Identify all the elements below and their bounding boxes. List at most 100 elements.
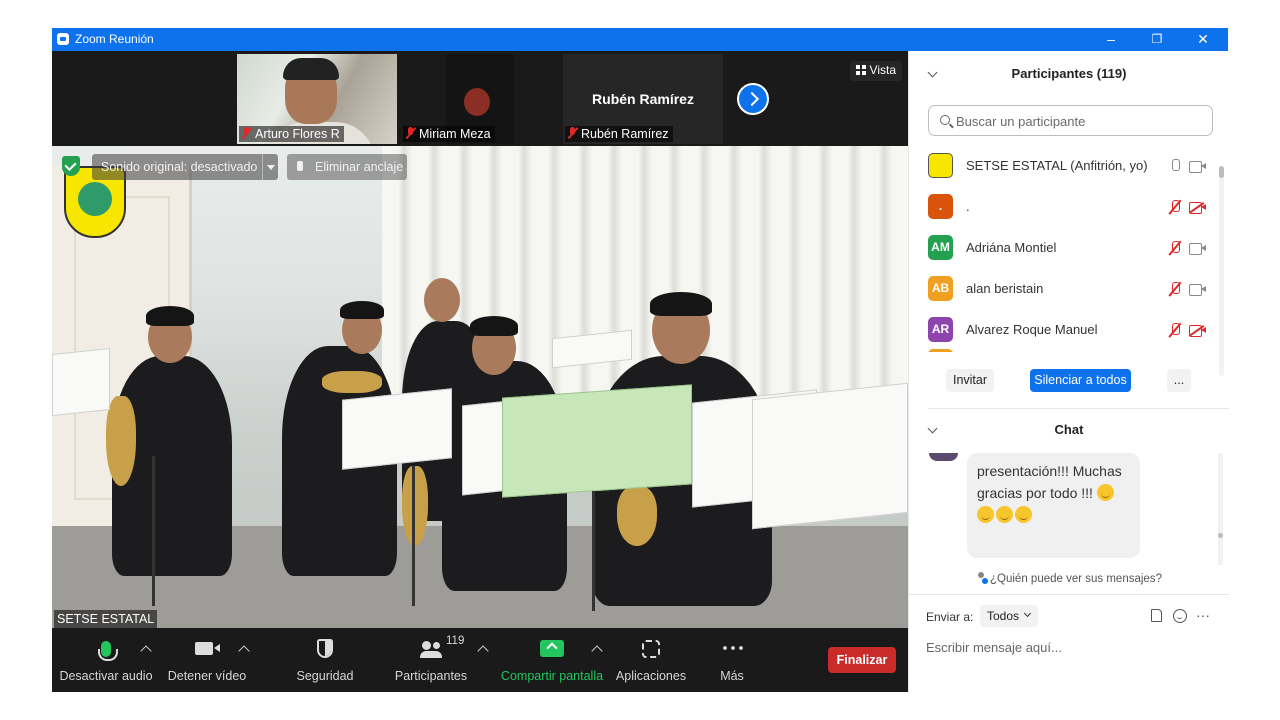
participant-search[interactable] [928,105,1213,136]
chat-message-input[interactable] [926,637,1216,657]
mic-muted-icon [241,127,252,139]
camera-off-icon[interactable] [1189,202,1206,214]
scrollbar-thumb[interactable] [1219,166,1224,178]
close-button[interactable]: ✕ [1180,28,1226,51]
saxophone [106,396,136,486]
smile-emoji-icon [977,506,994,523]
participant-row[interactable]: . . [909,187,1219,228]
mic-muted-icon[interactable] [1168,323,1182,338]
music-stand [52,347,110,417]
visibility-icon [976,572,989,584]
music-stand [342,388,452,470]
participant-row[interactable]: AB alan beristain [909,269,1219,310]
mic-muted-icon [405,127,416,139]
thumbnail-name: Arturo Flores R [255,127,340,141]
avatar [928,349,953,352]
saxophone [402,466,428,546]
encryption-shield-icon[interactable] [62,156,80,176]
stand-pole [592,491,595,611]
thumbnail-name-tag: Miriam Meza [403,126,495,142]
invite-button[interactable]: Invitar [946,369,994,392]
participants-more-button[interactable]: ... [1167,369,1191,392]
musician-hair [470,316,518,336]
mic-muted-icon[interactable] [1168,282,1182,297]
camera-icon[interactable] [1189,243,1206,255]
participant-row[interactable] [909,349,1219,352]
avatar [929,453,958,461]
microphone-icon [98,641,118,661]
mute-audio-button[interactable]: Desactivar audio [58,628,154,692]
end-meeting-button[interactable]: Finalizar [828,647,896,673]
apps-button[interactable]: Aplicaciones [612,628,690,692]
stand-pole [412,466,415,606]
chat-scrollbar[interactable] [1218,453,1223,565]
participant-row[interactable]: AR Alvarez Roque Manuel [909,310,1219,351]
chat-more-button[interactable]: ··· [1196,607,1210,623]
chat-message-line: presentación!!! Muchas [977,463,1122,479]
participant-thumbnail[interactable]: Rubén Ramírez Rubén Ramírez [563,54,723,144]
search-input[interactable] [956,112,1196,130]
mic-muted-icon [567,127,578,139]
next-page-arrow-icon[interactable] [737,83,769,115]
participant-thumbnail[interactable]: Arturo Flores R [237,54,397,144]
participant-row[interactable]: SETSE ESTATAL (Anfitrión, yo) [909,146,1219,187]
participant-row[interactable]: AM Adriána Montiel [909,228,1219,269]
restore-button[interactable]: ❐ [1134,28,1180,51]
view-label: Vista [869,63,896,77]
participants-scrollbar[interactable] [1219,166,1224,376]
panel-divider [928,408,1229,409]
trombone [322,371,382,393]
mic-muted-icon[interactable] [1168,200,1182,215]
participants-label: Participantes [394,669,468,683]
security-label: Seguridad [296,669,354,683]
emoji-icon[interactable] [1173,609,1187,623]
apps-label: Aplicaciones [615,669,687,683]
participants-button[interactable]: 119 Participantes [390,628,472,692]
avatar: AR [928,317,953,342]
smile-emoji-icon [996,506,1013,523]
scrollbar-thumb[interactable] [1218,533,1223,538]
title-bar: Zoom Reunión – ❐ ✕ [52,28,1228,51]
stand-pole [152,456,155,606]
file-icon[interactable] [1151,609,1162,622]
grid-icon [855,65,866,75]
more-label: Más [720,669,744,683]
musician-hair [146,306,194,326]
thumbnail-name-tag: Arturo Flores R [239,126,344,142]
more-button[interactable]: Más [707,628,757,692]
unpin-button[interactable]: Eliminar anclaje [287,154,407,180]
send-to-label: Enviar a: [926,610,974,624]
avatar: . [928,194,953,219]
minimize-button[interactable]: – [1088,28,1134,51]
view-button[interactable]: Vista [849,61,902,81]
chat-title: Chat [1054,422,1084,437]
camera-icon[interactable] [1189,284,1206,296]
stop-video-label: Detener vídeo [167,669,247,683]
search-icon [940,115,950,125]
camera-off-icon[interactable] [1189,325,1206,337]
original-sound-toggle[interactable]: Sonido original: desactivado [92,154,278,180]
avatar: AB [928,276,953,301]
camera-icon[interactable] [1189,161,1206,173]
mic-muted-icon[interactable] [1168,241,1182,256]
share-screen-button[interactable]: Compartir pantalla [498,628,606,692]
avatar [928,153,953,178]
active-speaker-video[interactable]: Sonido original: desactivado Eliminar an… [52,146,908,628]
chevron-down-icon[interactable] [262,154,278,180]
share-screen-icon [540,640,564,657]
speaker-name-tag: SETSE ESTATAL [54,610,158,628]
side-panel: Participantes (119) SETSE ESTATAL (Anfit… [908,51,1229,692]
more-icon [721,646,743,650]
message-visibility-link[interactable]: ¿Quién puede ver sus mensajes? [909,572,1229,585]
green-music-stand [502,384,692,498]
video-blur [464,88,490,116]
microphone-icon[interactable] [1168,159,1182,174]
security-button[interactable]: Seguridad [288,628,362,692]
send-to-select[interactable]: Todos [980,605,1038,627]
stop-video-button[interactable]: Detener vídeo [162,628,252,692]
musician-hair [650,292,712,316]
mute-all-button[interactable]: Silenciar a todos [1030,369,1131,392]
participants-options-chevron-icon[interactable] [477,645,489,657]
meeting-toolbar: Desactivar audio Detener vídeo Seguridad… [52,628,908,692]
musician-hair [340,301,384,319]
